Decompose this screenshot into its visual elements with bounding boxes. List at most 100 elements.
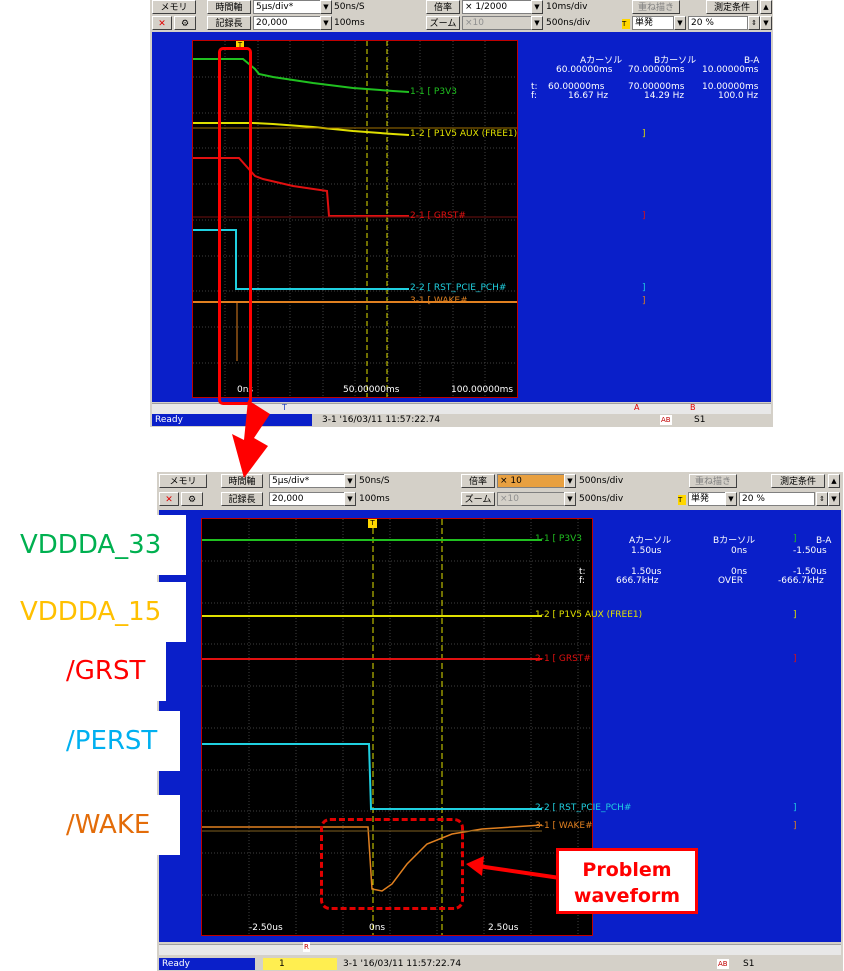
top-scroll-b-marker: B (690, 403, 696, 412)
bottom-cursor-ba-top: -1.50us (793, 546, 827, 556)
bottom-f-label: f: (579, 576, 585, 586)
bottom-cursor-a-f: 666.7kHz (616, 576, 659, 586)
record-dropdown-icon[interactable]: ▼ (344, 492, 356, 506)
percent-field[interactable]: 20 % (688, 16, 748, 30)
zoom-dropdown-icon[interactable]: ▼ (531, 16, 543, 30)
scroll-down-icon[interactable]: ▼ (828, 492, 840, 506)
top-xtick-2: 100.00000ms (451, 385, 514, 395)
mag-dropdown-icon[interactable]: ▼ (564, 474, 576, 488)
timeaxis-dropdown-icon[interactable]: ▼ (320, 0, 332, 14)
top-cursor-ba-top: 10.00000ms (702, 65, 759, 75)
bottom-ch-bracket-1-1: ] (793, 534, 797, 544)
record-length-select[interactable]: 20,000 (269, 492, 345, 506)
trigger-mode-select[interactable]: 単発 (688, 492, 726, 506)
mag-select[interactable]: × 1/2000 (462, 0, 532, 14)
memory-button[interactable]: メモリ (152, 0, 196, 14)
problem-region-box (320, 818, 464, 910)
bottom-ch-label-2-2: 2-2 [ RST_PCIE_PCH# (535, 803, 632, 813)
overlay-button[interactable]: 重ね描き (632, 0, 680, 14)
timeaxis-dropdown-icon[interactable]: ▼ (344, 474, 356, 488)
ch-2-2-trace (202, 743, 542, 810)
settings-gear-icon[interactable]: ⚙ (181, 492, 203, 506)
bottom-cursor-ba-header: B-A (816, 536, 832, 546)
top-ch-label-2-1: 2-1 [ GRST# (410, 211, 466, 221)
mag-button[interactable]: 倍率 (461, 474, 495, 488)
percent-stepper[interactable]: ⇕ (748, 16, 760, 30)
delete-button[interactable]: ✕ (152, 16, 172, 30)
bottom-xtick-1: 0ns (369, 923, 386, 933)
delete-button[interactable]: ✕ (159, 492, 179, 506)
mag-select[interactable]: × 10 (497, 474, 565, 488)
zoom-select[interactable]: ×10 (497, 492, 565, 506)
bottom-ch-bracket-3-1: ] (793, 821, 797, 831)
bottom-status-file: 3-1 '16/03/11 11:57:22.74 (343, 959, 462, 969)
signal-name-vddda15: VDDDA_15 (0, 582, 186, 642)
trigger-dropdown-icon[interactable]: ▼ (725, 492, 737, 506)
zoom-div: 500ns/div (579, 494, 624, 504)
top-ch-label-1-1: 1-1 [ P3V3 (410, 87, 457, 97)
record-dropdown-icon[interactable]: ▼ (320, 16, 332, 30)
zoom-div: 500ns/div (546, 18, 591, 28)
record-time: 100ms (359, 494, 390, 504)
zoom-button[interactable]: ズーム (426, 16, 460, 30)
zoom-select[interactable]: ×10 (462, 16, 532, 30)
measure-conditions-button[interactable]: 測定条件 (771, 474, 825, 488)
red-arrow-icon (232, 400, 270, 478)
bottom-ch-label-3-1: 3-1 [ WAKE# (535, 821, 593, 831)
bottom-horizontal-scrollbar[interactable] (159, 944, 841, 955)
top-xtick-1: 50.00000ms (343, 385, 400, 395)
signal-name-perst: /PERST (0, 711, 180, 771)
top-cursor-b-top: 70.00000ms (628, 65, 685, 75)
mag-div: 500ns/div (579, 476, 624, 486)
top-ch-label-1-2: 1-2 [ P1V5 AUX (FREE1) (410, 129, 518, 139)
bottom-cursor-b-header: Bカーソル (713, 536, 756, 546)
trigger-mode-select[interactable]: 単発 (632, 16, 674, 30)
bottom-xtick-0: -2.50us (249, 923, 283, 933)
timeaxis-button[interactable]: 時間軸 (207, 0, 251, 14)
percent-field[interactable]: 20 % (739, 492, 815, 506)
measure-conditions-button[interactable]: 測定条件 (706, 0, 758, 14)
bottom-cursor-b-f: OVER (718, 576, 744, 586)
bottom-status-ready: Ready (159, 958, 255, 970)
bottom-ch-label-1-1: 1-1 [ P3V3 (535, 534, 582, 544)
record-length-button[interactable]: 記録長 (207, 16, 251, 30)
top-cursor-a-top: 60.00000ms (556, 65, 613, 75)
trigger-dropdown-icon[interactable]: ▼ (674, 16, 686, 30)
timeaxis-select[interactable]: 5μs/div* (253, 0, 321, 14)
mag-button[interactable]: 倍率 (426, 0, 460, 14)
callout-line-1: Problem (582, 859, 672, 881)
zoom-dropdown-icon[interactable]: ▼ (564, 492, 576, 506)
signal-name-grst: /GRST (0, 641, 166, 701)
sample-rate: 50ns/S (334, 2, 365, 12)
top-ch-bracket-3-1: ] (642, 296, 646, 306)
bottom-cursor-b-top: 0ns (731, 546, 748, 556)
scroll-down-icon[interactable]: ▼ (760, 16, 772, 30)
signal-name-vddda33: VDDDA_33 (0, 515, 186, 575)
percent-stepper[interactable]: ⇕ (816, 492, 828, 506)
mag-dropdown-icon[interactable]: ▼ (531, 0, 543, 14)
signal-name-wake: /WAKE (0, 795, 180, 855)
overlay-button[interactable]: 重ね描き (689, 474, 737, 488)
top-ch-bracket-2-1: ] (642, 211, 646, 221)
problem-callout: Problem waveform (556, 848, 698, 914)
bottom-ch-bracket-2-1: ] (793, 654, 797, 664)
bottom-ch-bracket-1-2: ] (793, 610, 797, 620)
bottom-ch-label-1-2: 1-2 [ P1V5 AUX (FREE1) (535, 610, 643, 620)
zoom-button[interactable]: ズーム (461, 492, 495, 506)
bottom-ch-label-2-1: 2-1 [ GRST# (535, 654, 591, 664)
sample-rate: 50ns/S (359, 476, 390, 486)
scroll-up-icon[interactable]: ▲ (760, 0, 772, 14)
memory-button[interactable]: メモリ (159, 474, 207, 488)
top-status-s1: S1 (694, 415, 706, 425)
top-ch-bracket-1-2: ] (642, 129, 646, 139)
top-cursor-a-f: 16.67 Hz (568, 91, 609, 101)
bottom-cursor-a-top: 1.50us (631, 546, 662, 556)
top-ch-label-2-2: 2-2 [ RST_PCIE_PCH# (410, 283, 507, 293)
scroll-up-icon[interactable]: ▲ (828, 474, 840, 488)
bottom-xtick-2: 2.50us (488, 923, 519, 933)
record-length-select[interactable]: 20,000 (253, 16, 321, 30)
settings-gear-icon[interactable]: ⚙ (174, 16, 196, 30)
bottom-status-page: 1 (263, 958, 337, 970)
record-length-button[interactable]: 記録長 (221, 492, 263, 506)
callout-arrow-icon (466, 856, 561, 880)
